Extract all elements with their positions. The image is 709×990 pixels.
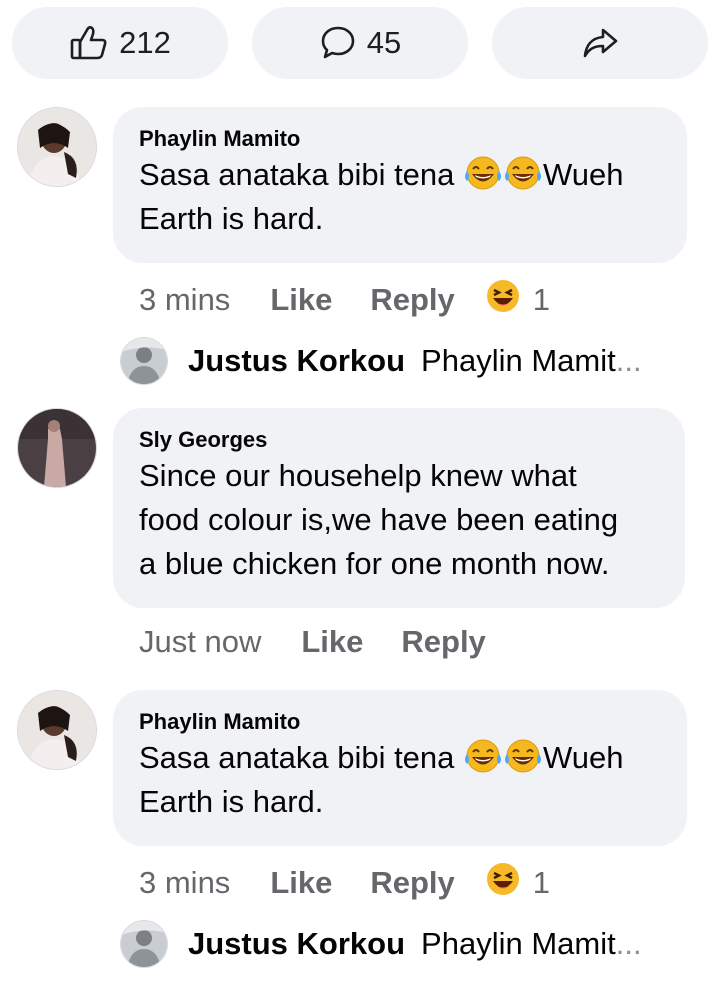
post-action-bar: 212 45 (12, 7, 708, 79)
comment-author[interactable]: Phaylin Mamito (139, 125, 661, 153)
reaction-summary[interactable]: 1 (485, 278, 550, 322)
reply-preview[interactable]: Justus Korkou Phaylin Mamit... (120, 920, 642, 968)
reply-comment-button[interactable]: Reply (370, 865, 454, 901)
like-comment-button[interactable]: Like (270, 282, 332, 318)
comment-text-line: Since our househelp knew what (139, 458, 577, 493)
comment-text-line: a blue chicken for one month now. (139, 546, 610, 581)
comment-author[interactable]: Phaylin Mamito (139, 708, 661, 736)
haha-reaction-icon (485, 278, 521, 322)
reply-text: Phaylin Mamit (421, 343, 616, 378)
comment-text-line: Wueh (543, 157, 624, 192)
comment-bubble[interactable]: Sly Georges Since our househelp knew wha… (113, 408, 685, 608)
thumbs-up-icon (69, 24, 109, 62)
comment-author[interactable]: Sly Georges (139, 426, 659, 454)
tears-of-joy-emoji-icon (463, 738, 503, 774)
comment-time[interactable]: Just now (139, 624, 261, 660)
comment-text: Since our househelp knew what food colou… (139, 454, 659, 586)
comment-meta: 3 mins Like Reply 1 (139, 278, 550, 322)
share-button[interactable] (492, 7, 708, 79)
haha-reaction-icon (485, 861, 521, 905)
avatar (120, 337, 168, 385)
like-button[interactable]: 212 (12, 7, 228, 79)
avatar[interactable] (17, 408, 97, 488)
reaction-count: 1 (532, 865, 551, 900)
comment-text-line: Sasa anataka bibi tena (139, 740, 455, 775)
reply-preview[interactable]: Justus Korkou Phaylin Mamit... (120, 337, 642, 385)
comment-time[interactable]: 3 mins (139, 865, 230, 901)
comment-text-line: food colour is,we have been eating (139, 502, 619, 537)
reply-ellipsis: ... (615, 926, 642, 961)
comment-meta: Just now Like Reply (139, 624, 524, 660)
tears-of-joy-emoji-icon (503, 155, 543, 191)
comment-text-line: Wueh (543, 740, 624, 775)
share-icon (581, 26, 619, 60)
comment-meta: 3 mins Like Reply 1 (139, 861, 550, 905)
like-comment-button[interactable]: Like (270, 865, 332, 901)
comment-text-line: Earth is hard. (139, 784, 324, 819)
avatar[interactable] (17, 690, 97, 770)
reply-ellipsis: ... (615, 343, 642, 378)
like-count: 212 (119, 25, 171, 60)
avatar[interactable] (17, 107, 97, 187)
reply-author: Justus Korkou (188, 926, 406, 961)
reaction-count: 1 (532, 282, 551, 317)
reaction-summary[interactable]: 1 (485, 861, 550, 905)
reply-comment-button[interactable]: Reply (401, 624, 485, 660)
comment-bubble[interactable]: Phaylin Mamito Sasa anataka bibi tena Wu… (113, 690, 687, 846)
comment-text-line: Sasa anataka bibi tena (139, 157, 455, 192)
avatar (120, 920, 168, 968)
reply-text: Phaylin Mamit (421, 926, 616, 961)
tears-of-joy-emoji-icon (503, 738, 543, 774)
reply-comment-button[interactable]: Reply (370, 282, 454, 318)
tears-of-joy-emoji-icon (463, 155, 503, 191)
like-comment-button[interactable]: Like (301, 624, 363, 660)
comment-text: Sasa anataka bibi tena Wueh Earth is har… (139, 736, 661, 824)
reply-author: Justus Korkou (188, 343, 406, 378)
comment-count: 45 (366, 25, 402, 60)
comment-icon (319, 24, 357, 62)
comment-button[interactable]: 45 (252, 7, 468, 79)
comment-text: Sasa anataka bibi tena Wueh Earth is har… (139, 153, 661, 241)
comment-text-line: Earth is hard. (139, 201, 324, 236)
comment-time[interactable]: 3 mins (139, 282, 230, 318)
comment-bubble[interactable]: Phaylin Mamito Sasa anataka bibi tena Wu… (113, 107, 687, 263)
